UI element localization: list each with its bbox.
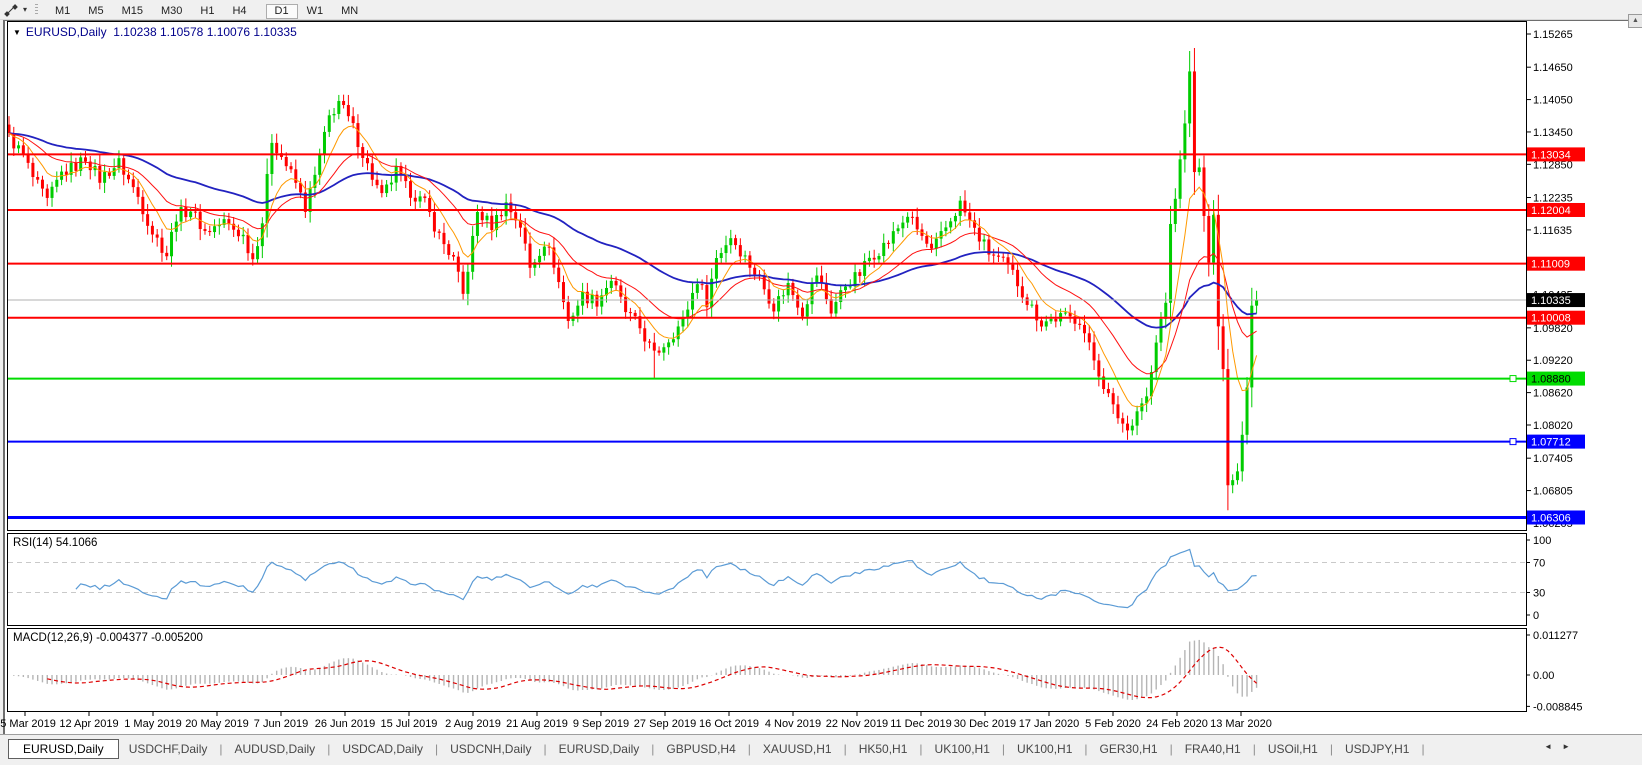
timeframe-button-m1[interactable]: M1 — [46, 4, 79, 19]
title-collapse-icon[interactable]: ▼ — [13, 28, 21, 37]
chart-tab-audusd-daily[interactable]: AUDUSD,Daily — [225, 740, 326, 758]
rsi-panel[interactable] — [7, 533, 1527, 626]
macd-indicator-label: MACD(12,26,9) -0.004377 -0.005200 — [13, 632, 203, 644]
trading-platform-window: ▾ M1M5M15M30H1H4 D1W1MN ▼ EURUSD,Daily 1.1… — [0, 0, 1642, 765]
tab-separator: | — [844, 742, 847, 756]
rsi-indicator-label: RSI(14) 54.1066 — [13, 537, 97, 549]
timeframe-button-m15[interactable]: M15 — [113, 4, 152, 19]
tabs-scroll-right-icon[interactable]: ► — [1562, 742, 1570, 751]
tab-separator: | — [543, 742, 546, 756]
tab-separator: | — [435, 742, 438, 756]
timeframe-button-h4[interactable]: H4 — [223, 4, 255, 19]
tab-separator: | — [1330, 742, 1333, 756]
timeframe-button-h1[interactable]: H1 — [191, 4, 223, 19]
timeframe-button-d1[interactable]: D1 — [266, 4, 298, 19]
chart-tabs: EURUSD,DailyUSDCHF,Daily|AUDUSD,Daily|US… — [8, 738, 1427, 760]
chart-title-text: EURUSD,Daily 1.10238 1.10578 1.10076 1.1… — [26, 25, 297, 39]
chart-tab-uk100-h1[interactable]: UK100,H1 — [1007, 740, 1082, 758]
chart-tab-eurusd-daily[interactable]: EURUSD,Daily — [8, 739, 119, 759]
tab-separator: | — [1421, 742, 1424, 756]
tab-separator: | — [1170, 742, 1173, 756]
timeframe-button-m5[interactable]: M5 — [79, 4, 112, 19]
chart-title: ▼ EURUSD,Daily 1.10238 1.10578 1.10076 1.… — [13, 25, 297, 39]
chart-tab-usdjpy-h1[interactable]: USDJPY,H1 — [1335, 740, 1419, 758]
tool-dropdown-caret-icon[interactable]: ▾ — [23, 5, 27, 14]
chart-tab-gbpusd-h4[interactable]: GBPUSD,H4 — [656, 740, 745, 758]
chart-scroll-button[interactable]: ▲ — [1628, 14, 1642, 28]
chart-tab-eurusd-daily[interactable]: EURUSD,Daily — [549, 740, 650, 758]
main-chart-panel[interactable] — [7, 21, 1527, 531]
tab-separator: | — [327, 742, 330, 756]
tab-separator: | — [219, 742, 222, 756]
trendline-cursor-icon[interactable] — [3, 3, 21, 17]
chart-tab-xauusd-h1[interactable]: XAUUSD,H1 — [753, 740, 842, 758]
macd-panel[interactable] — [7, 628, 1527, 712]
chart-tab-hk50-h1[interactable]: HK50,H1 — [849, 740, 918, 758]
toolbar-grip[interactable] — [35, 4, 38, 16]
tab-separator: | — [1002, 742, 1005, 756]
tabs-scroll-left-icon[interactable]: ◄ — [1544, 742, 1552, 751]
tab-separator: | — [1253, 742, 1256, 756]
timeframe-button-m30[interactable]: M30 — [152, 4, 191, 19]
tab-separator: | — [919, 742, 922, 756]
chart-tab-usdcnh-daily[interactable]: USDCNH,Daily — [440, 740, 541, 758]
chart-tab-usdchf-daily[interactable]: USDCHF,Daily — [119, 740, 218, 758]
tab-separator: | — [1084, 742, 1087, 756]
chart-tab-ger30-h1[interactable]: GER30,H1 — [1090, 740, 1168, 758]
chart-tab-usdcad-daily[interactable]: USDCAD,Daily — [332, 740, 433, 758]
chart-tab-fra40-h1[interactable]: FRA40,H1 — [1175, 740, 1251, 758]
toolbar: ▾ M1M5M15M30H1H4 D1W1MN — [0, 0, 1642, 20]
chart-tab-usoil-h1[interactable]: USOil,H1 — [1258, 740, 1328, 758]
timeframe-button-w1[interactable]: W1 — [298, 4, 333, 19]
chart-tab-bar: EURUSD,DailyUSDCHF,Daily|AUDUSD,Daily|US… — [0, 734, 1642, 765]
chart-tab-uk100-h1[interactable]: UK100,H1 — [925, 740, 1000, 758]
tab-separator: | — [651, 742, 654, 756]
tab-separator: | — [748, 742, 751, 756]
timeframe-button-mn[interactable]: MN — [332, 4, 367, 19]
timeframe-buttons: M1M5M15M30H1H4 D1W1MN — [46, 1, 377, 19]
